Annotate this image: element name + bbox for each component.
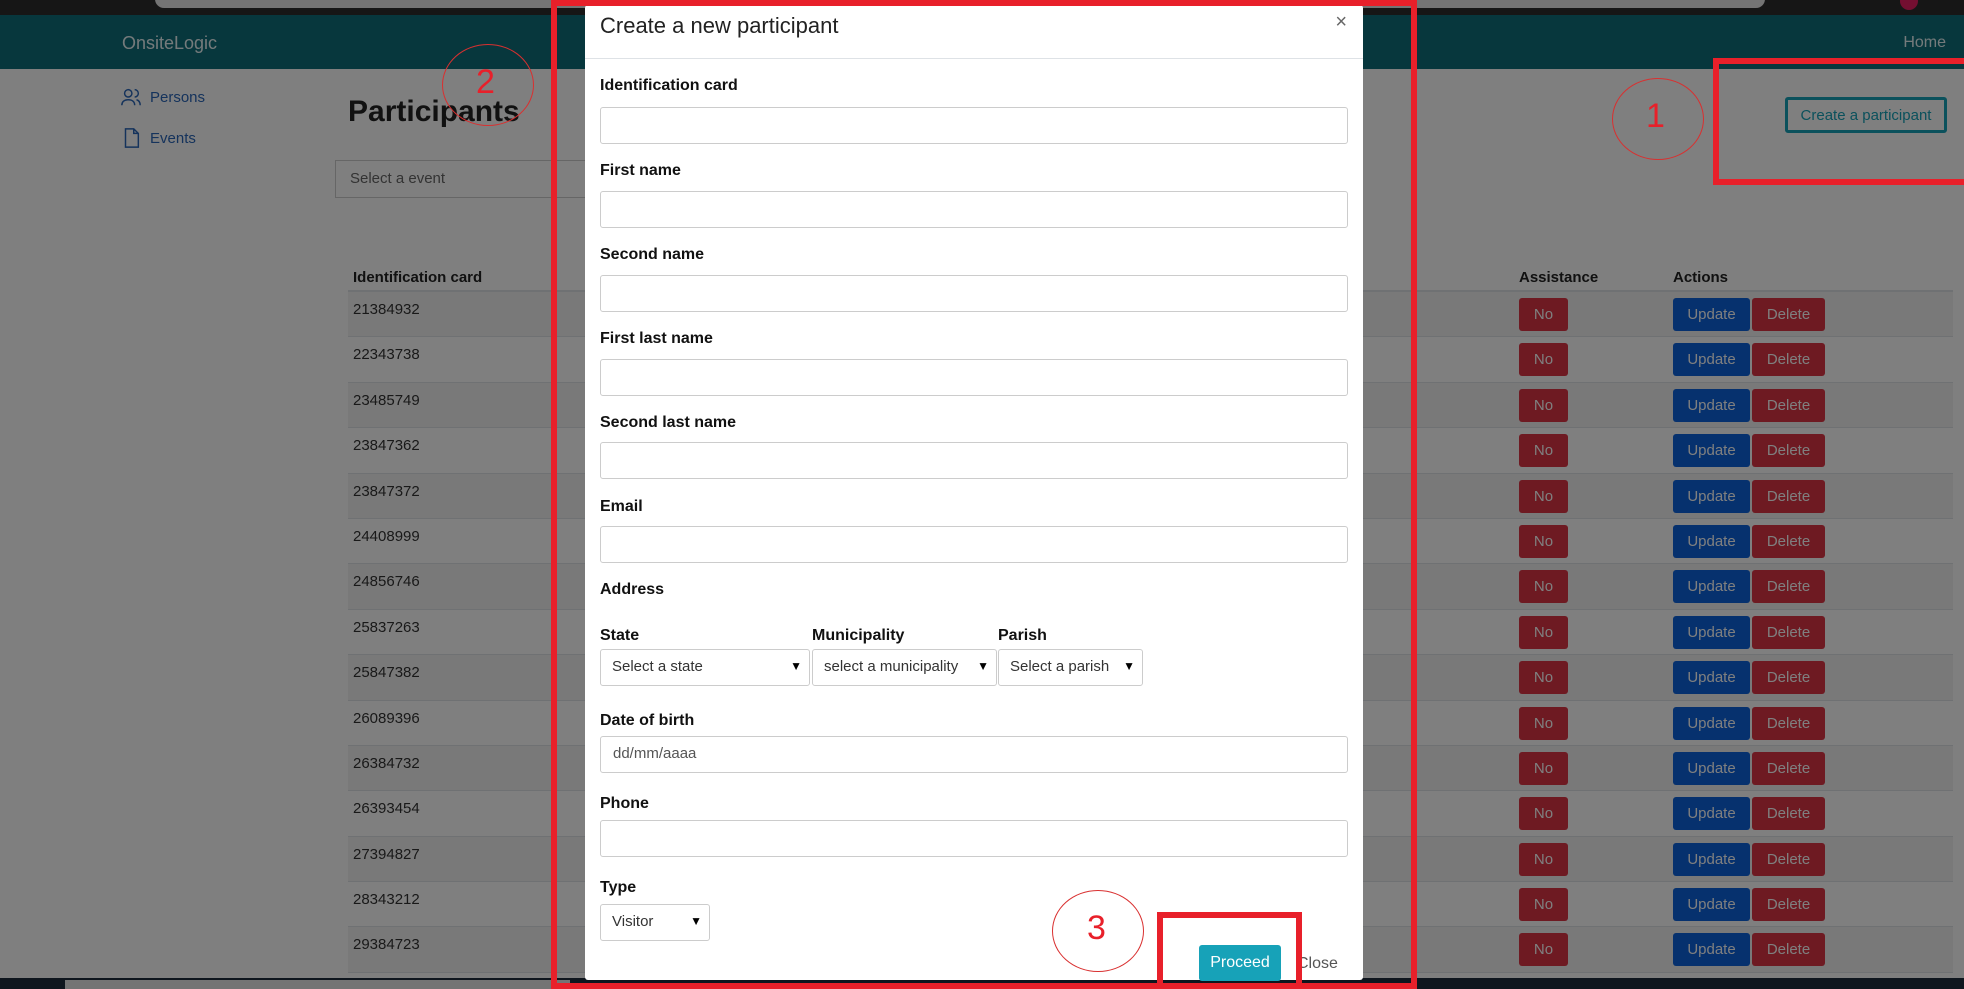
- annotation-box-create-button: [1713, 58, 1964, 185]
- annotation-number-1: 1: [1646, 97, 1665, 135]
- annotation-box-modal: [551, 0, 1417, 989]
- annotation-number-3: 3: [1087, 909, 1106, 947]
- annotation-box-proceed: [1157, 912, 1302, 989]
- annotation-number-2: 2: [476, 63, 495, 101]
